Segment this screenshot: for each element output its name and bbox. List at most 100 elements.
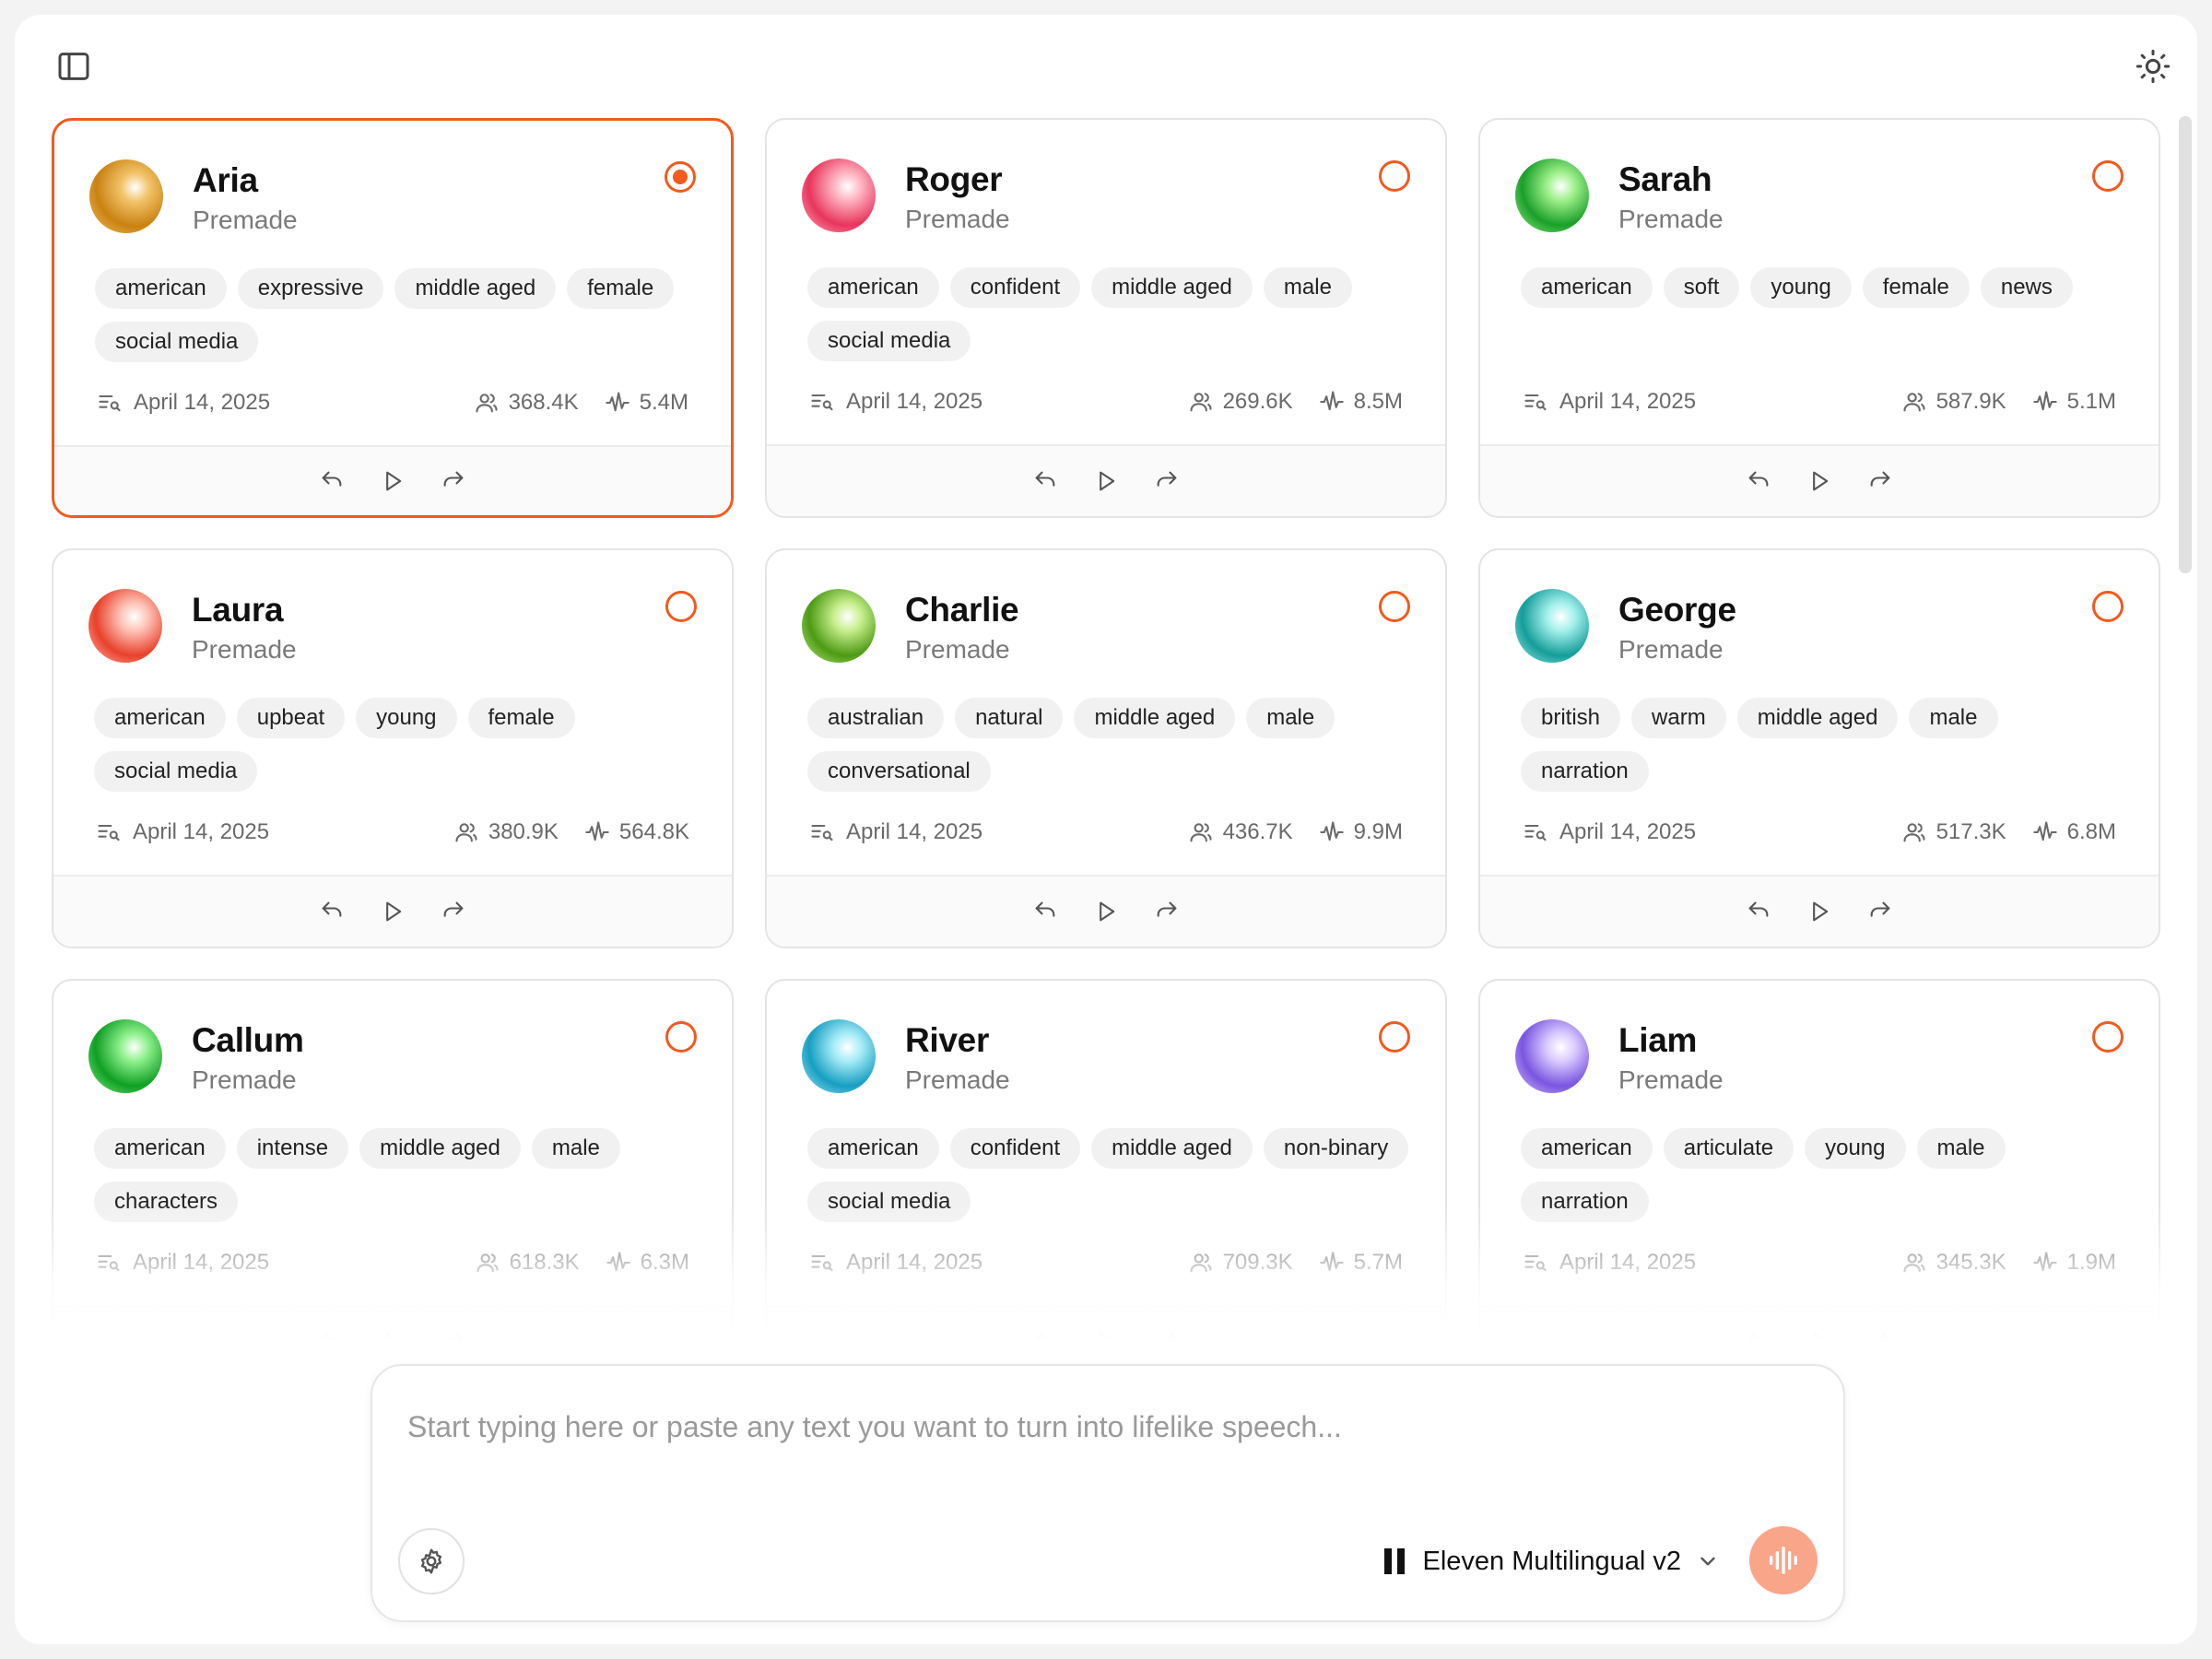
voice-tags: american confident middle aged non-binary so… [807, 1128, 1416, 1222]
voice-name: Sarah [1618, 160, 1712, 198]
voice-usage-count: 6.3M [640, 1250, 689, 1275]
voice-select-radio[interactable] [1379, 591, 1410, 622]
scrollbar[interactable] [2179, 116, 2192, 573]
voice-card-callum[interactable]: Callum Premade american intense middle aged m… [52, 979, 734, 1371]
forward-button[interactable] [1152, 466, 1182, 496]
redo-icon [443, 901, 464, 917]
voice-card-george[interactable]: George Premade british warm middle aged male n… [1478, 548, 2160, 948]
theme-toggle-button[interactable] [2127, 41, 2179, 92]
play-icon [1100, 901, 1115, 922]
voice-users-stat: 709.3K [1188, 1250, 1293, 1276]
generate-speech-button[interactable] [1749, 1526, 1818, 1594]
voice-tags: american upbeat young female social media [94, 698, 702, 792]
play-icon [1813, 1332, 1829, 1352]
voice-category: Premade [1618, 635, 1724, 664]
forward-button[interactable] [439, 466, 468, 496]
voice-usage-stat: 564.8K [584, 819, 689, 845]
voice-card-laura[interactable]: Laura Premade american upbeat young female soc… [52, 548, 734, 948]
voice-player-controls [1480, 444, 2159, 516]
text-input[interactable] [407, 1410, 1808, 1521]
voice-date: April 14, 2025 [1523, 389, 1876, 415]
undo-icon [1035, 1332, 1055, 1347]
forward-button[interactable] [1865, 466, 1895, 496]
users-icon [1903, 393, 1925, 412]
voice-tag: american [807, 267, 939, 308]
forward-button[interactable] [1865, 897, 1895, 926]
undo-icon [1035, 471, 1055, 487]
play-button[interactable] [1091, 1327, 1121, 1357]
forward-button[interactable] [439, 897, 468, 926]
play-button[interactable] [1805, 466, 1834, 496]
voice-player-controls [767, 1305, 1445, 1371]
model-select[interactable]: Eleven Multilingual v2 [1382, 1537, 1720, 1585]
voice-meta: April 14, 2025 587.9K 5.1M [1523, 383, 2116, 420]
voice-users-stat: 269.6K [1188, 389, 1293, 415]
voice-card-river[interactable]: River Premade american confident middle aged… [765, 979, 1447, 1371]
play-button[interactable] [378, 466, 407, 496]
audio-wave-icon [585, 821, 609, 841]
undo-icon [322, 471, 342, 487]
voice-avatar [88, 589, 162, 663]
voice-meta: April 14, 2025 436.7K 9.9M [809, 814, 1403, 851]
voice-player-controls [54, 445, 731, 515]
voice-usage-count: 564.8K [618, 819, 689, 844]
rewind-button[interactable] [1030, 466, 1060, 496]
rewind-button[interactable] [317, 897, 347, 926]
users-icon [455, 823, 477, 842]
voice-select-radio[interactable] [2092, 160, 2124, 192]
voice-select-radio[interactable] [1379, 160, 1410, 192]
audio-wave-icon [1319, 391, 1344, 411]
rewind-button[interactable] [317, 466, 347, 496]
voice-tag: middle aged [394, 268, 557, 309]
voice-select-radio[interactable] [665, 1021, 697, 1053]
voice-tag: young [1750, 267, 1852, 308]
voice-tag: upbeat [236, 698, 346, 738]
rewind-button[interactable] [1030, 897, 1060, 926]
rewind-button[interactable] [1744, 897, 1773, 926]
voice-tag: non-binary [1263, 1128, 1409, 1169]
voice-select-radio[interactable] [665, 591, 697, 622]
voice-card-aria[interactable]: Aria Premade american expressive middle aged… [52, 118, 734, 518]
forward-button[interactable] [1152, 1327, 1182, 1357]
sidebar-toggle-button[interactable] [48, 41, 100, 92]
voice-select-radio[interactable] [665, 161, 696, 193]
undo-icon [322, 901, 342, 917]
rewind-button[interactable] [1744, 1327, 1773, 1357]
voice-date-text: April 14, 2025 [846, 1250, 983, 1275]
voice-select-radio[interactable] [1379, 1021, 1410, 1053]
voice-card-charlie[interactable]: Charlie Premade australian natural middle ag… [765, 548, 1447, 948]
voice-select-radio[interactable] [2092, 591, 2124, 622]
voice-tag: american [94, 698, 226, 738]
settings-button[interactable] [398, 1528, 465, 1594]
voice-avatar [802, 159, 876, 232]
redo-icon [1870, 901, 1890, 917]
voice-card-liam[interactable]: Liam Premade american articulate young male na… [1478, 979, 2160, 1371]
play-button[interactable] [1805, 1327, 1834, 1357]
play-button[interactable] [378, 1327, 407, 1357]
forward-button[interactable] [1152, 897, 1182, 926]
voice-tag: male [531, 1128, 620, 1169]
voice-tag: confident [949, 267, 1081, 308]
voice-category: Premade [193, 206, 298, 234]
forward-button[interactable] [439, 1327, 468, 1357]
forward-button[interactable] [1865, 1327, 1895, 1357]
undo-icon [1748, 471, 1769, 487]
rewind-button[interactable] [1744, 466, 1773, 496]
play-button[interactable] [1091, 897, 1121, 926]
voice-users-stat: 618.3K [475, 1250, 580, 1276]
voice-tags: american soft young female news [1521, 267, 2129, 308]
play-icon [1100, 471, 1115, 491]
voice-usage-count: 1.9M [2066, 1250, 2116, 1275]
rewind-button[interactable] [317, 1327, 347, 1357]
list-search-icon [1524, 394, 1547, 411]
play-button[interactable] [1091, 466, 1121, 496]
voice-player-controls [53, 1305, 732, 1371]
users-icon [477, 1253, 499, 1273]
rewind-button[interactable] [1030, 1327, 1060, 1357]
undo-icon [1035, 901, 1055, 917]
voice-card-roger[interactable]: Roger Premade american confident middle aged… [765, 118, 1447, 518]
play-button[interactable] [378, 897, 407, 926]
voice-select-radio[interactable] [2092, 1021, 2124, 1053]
voice-card-sarah[interactable]: Sarah Premade american soft young female news A… [1478, 118, 2160, 518]
play-button[interactable] [1805, 897, 1834, 926]
